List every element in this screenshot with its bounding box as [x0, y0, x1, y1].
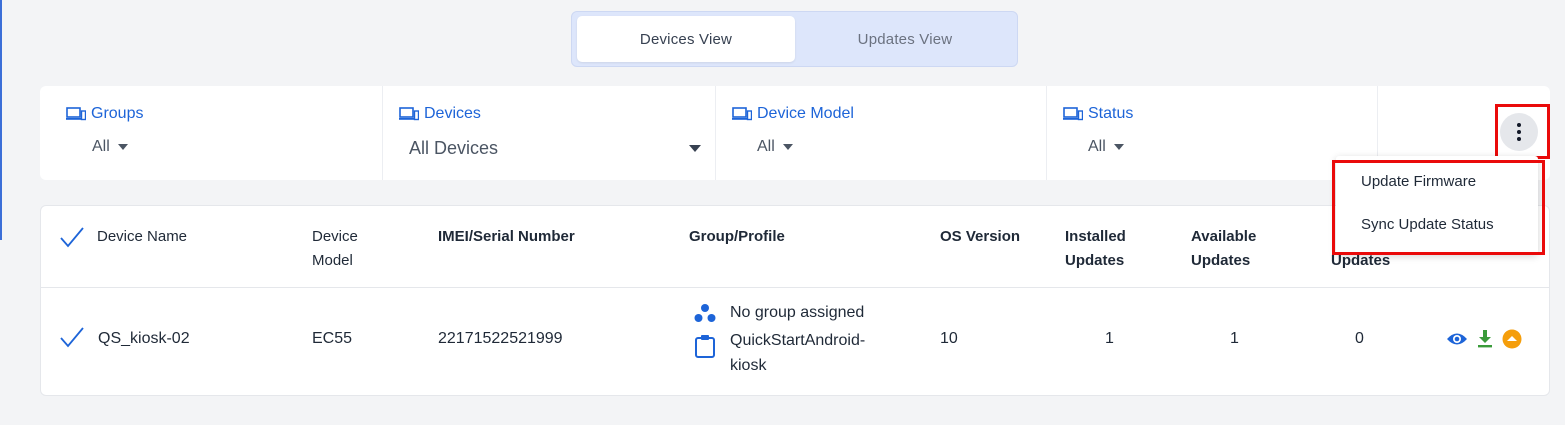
column-installed-updates[interactable]: Installed Updates: [1065, 225, 1126, 273]
view-eye-icon[interactable]: [1446, 331, 1468, 347]
upgrade-icon[interactable]: [1502, 329, 1522, 349]
devices-icon: [399, 107, 419, 121]
filter-device-model-label[interactable]: Device Model: [732, 105, 854, 123]
column-device-name[interactable]: Device Name: [97, 225, 187, 249]
filter-status-label[interactable]: Status: [1063, 105, 1133, 123]
devices-icon: [1063, 107, 1083, 121]
caret-down-icon: [689, 144, 701, 152]
column-available-updates[interactable]: Available Updates: [1191, 225, 1256, 273]
clipboard-icon: [695, 335, 715, 358]
view-switcher: Devices View Updates View: [571, 11, 1018, 67]
filter-device-model-select[interactable]: All: [757, 138, 793, 156]
cell-device-name[interactable]: QS_kiosk-02: [98, 326, 190, 351]
filter-groups: Groups All: [40, 86, 383, 180]
caret-down-icon: [117, 144, 128, 150]
row-checkmark-icon[interactable]: [59, 326, 85, 348]
caret-down-icon: [782, 144, 793, 150]
filter-groups-label[interactable]: Groups: [66, 105, 143, 123]
cell-device-model: EC55: [312, 330, 353, 347]
cell-available-updates: 1: [1230, 330, 1239, 347]
group-icon: [694, 304, 716, 322]
filter-status: Status All: [1047, 86, 1378, 180]
column-os-version[interactable]: OS Version: [940, 225, 1020, 249]
tab-devices-view[interactable]: Devices View: [577, 16, 795, 62]
devices-icon: [732, 107, 752, 121]
filter-devices: Devices All Devices: [383, 86, 716, 180]
devices-icon: [66, 107, 86, 121]
caret-down-icon: [1113, 144, 1124, 150]
column-group-profile[interactable]: Group/Profile: [689, 225, 785, 249]
filter-devices-select[interactable]: All Devices: [409, 136, 701, 160]
cell-installed-updates: 1: [1105, 330, 1114, 347]
row-actions: [1446, 329, 1522, 349]
download-icon[interactable]: [1477, 330, 1493, 348]
filter-status-select[interactable]: All: [1088, 138, 1124, 156]
window-edge: [0, 0, 2, 240]
filter-groups-select[interactable]: All: [92, 138, 128, 156]
filter-devices-label[interactable]: Devices: [399, 105, 481, 123]
cell-imei: 22171522521999: [438, 330, 563, 347]
header-divider: [41, 287, 1549, 288]
cell-pending-updates: 0: [1355, 330, 1364, 347]
kebab-highlight-box: [1495, 104, 1550, 159]
cell-profile: QuickStartAndroid- kiosk: [694, 328, 865, 378]
cell-os-version: 10: [940, 330, 958, 347]
filter-bar: Groups All Devices All Devices Device Mo…: [40, 86, 1550, 180]
cell-group: No group assigned: [694, 303, 864, 323]
column-imei[interactable]: IMEI/Serial Number: [438, 225, 575, 249]
select-all-checkmark-icon[interactable]: [59, 226, 85, 248]
filter-device-model: Device Model All: [716, 86, 1047, 180]
tab-updates-view[interactable]: Updates View: [796, 16, 1014, 62]
devices-table: Device Name Device Model IMEI/Serial Num…: [40, 205, 1550, 396]
menu-highlight-box: [1332, 160, 1545, 255]
column-device-model[interactable]: Device Model: [312, 225, 358, 273]
